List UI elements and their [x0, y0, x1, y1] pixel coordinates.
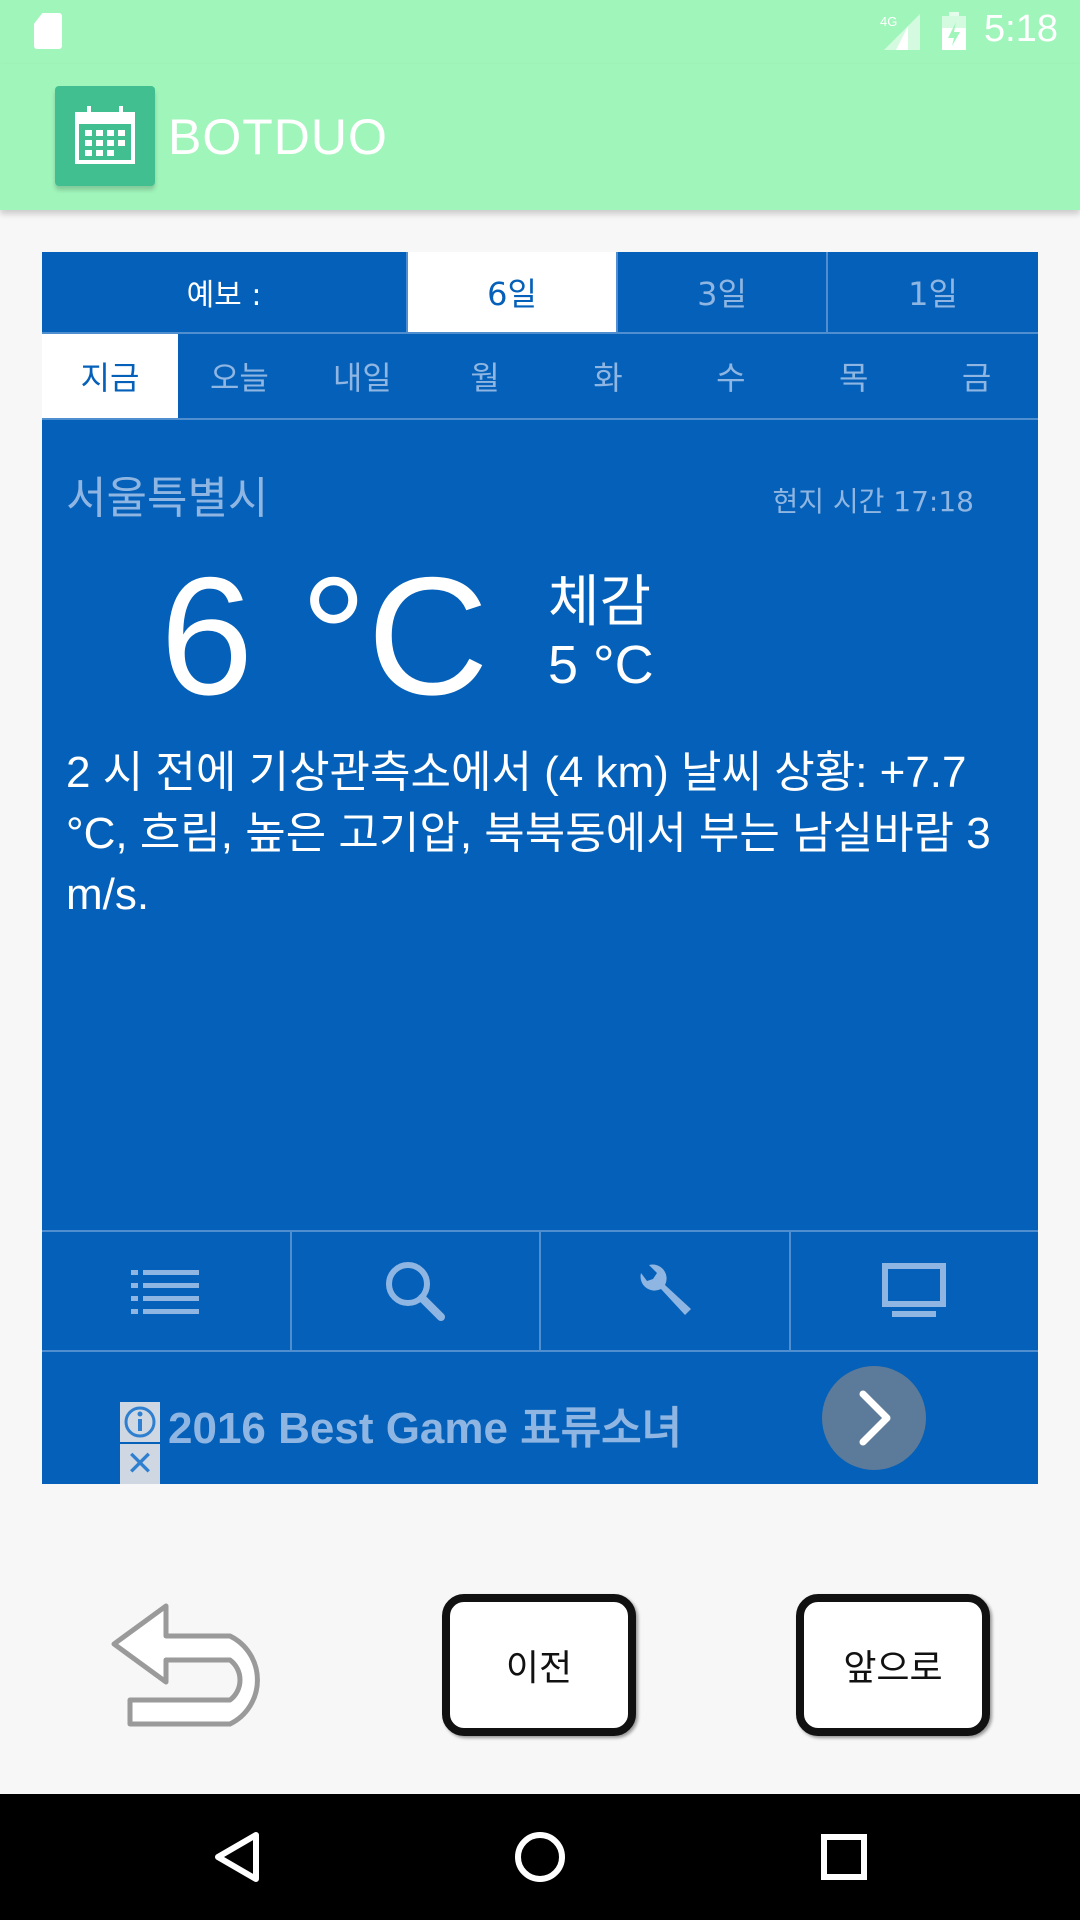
recents-icon[interactable]: [814, 1827, 874, 1887]
tab-6-days[interactable]: 6일: [408, 252, 618, 332]
status-clock: 5:18: [984, 8, 1058, 50]
svg-text:4G: 4G: [880, 14, 897, 29]
status-bar: 4G 5:18: [0, 0, 1080, 64]
weather-widget: 예보 : 6일 3일 1일 지금 오늘 내일 월 화 수 목 금 서울특별시 현…: [42, 252, 1038, 1484]
forward-button[interactable]: 앞으로: [796, 1594, 990, 1736]
monitor-icon: [882, 1263, 947, 1317]
tab-tomorrow[interactable]: 내일: [301, 334, 424, 418]
ad-banner[interactable]: ✕ 2016 Best Game 표류소녀: [42, 1352, 1038, 1484]
chevron-right-icon: [859, 1390, 891, 1446]
navigation-bar: [0, 1794, 1080, 1920]
battery-icon: [942, 12, 966, 50]
sd-card-icon: [34, 13, 62, 49]
settings-button[interactable]: [541, 1232, 791, 1350]
local-time: 현지 시간 17:18: [772, 485, 974, 518]
city-name: 서울특별시: [66, 473, 269, 524]
tab-now[interactable]: 지금: [42, 334, 178, 418]
app-bar: BOTDUO: [0, 64, 1080, 210]
forecast-range-tabs: 예보 : 6일 3일 1일: [42, 252, 1038, 334]
tab-tuesday[interactable]: 화: [547, 334, 670, 418]
widget-toolbar: [42, 1230, 1038, 1352]
list-icon: [130, 1270, 199, 1314]
forecast-label: 예보 :: [42, 252, 408, 332]
ad-text[interactable]: 2016 Best Game 표류소녀: [168, 1392, 682, 1456]
previous-button[interactable]: 이전: [442, 1594, 636, 1736]
tab-wednesday[interactable]: 수: [669, 334, 792, 418]
tab-today[interactable]: 오늘: [178, 334, 301, 418]
list-button[interactable]: [42, 1232, 292, 1350]
tab-3-days[interactable]: 3일: [618, 252, 828, 332]
wrench-icon: [640, 1264, 691, 1315]
app-title: BOTDUO: [168, 109, 388, 165]
tab-monday[interactable]: 월: [424, 334, 547, 418]
ad-open-button[interactable]: [822, 1366, 926, 1470]
undo-arrow-icon: [111, 1603, 260, 1727]
current-temperature: 6 °C: [160, 542, 489, 730]
signal-icon: 4G: [880, 14, 920, 50]
undo-button[interactable]: [110, 1600, 290, 1730]
tab-thursday[interactable]: 목: [792, 334, 915, 418]
weather-description: 2 시 전에 기상관측소에서 (4 km) 날씨 상황: +7.7 °C, 흐림…: [66, 748, 991, 919]
feels-like-label: 체감: [548, 570, 652, 635]
tab-1-day[interactable]: 1일: [828, 252, 1038, 332]
search-icon: [386, 1262, 446, 1321]
calendar-icon[interactable]: [55, 86, 155, 186]
home-icon[interactable]: [510, 1827, 570, 1887]
ad-info-icon[interactable]: [120, 1402, 160, 1442]
ad-close-icon[interactable]: ✕: [120, 1444, 160, 1484]
feels-like-value: 5 °C: [548, 635, 654, 695]
tab-friday[interactable]: 금: [915, 334, 1038, 418]
display-button[interactable]: [791, 1232, 1039, 1350]
back-icon[interactable]: [208, 1827, 268, 1887]
search-button[interactable]: [292, 1232, 541, 1350]
day-tabs: 지금 오늘 내일 월 화 수 목 금: [42, 334, 1038, 420]
